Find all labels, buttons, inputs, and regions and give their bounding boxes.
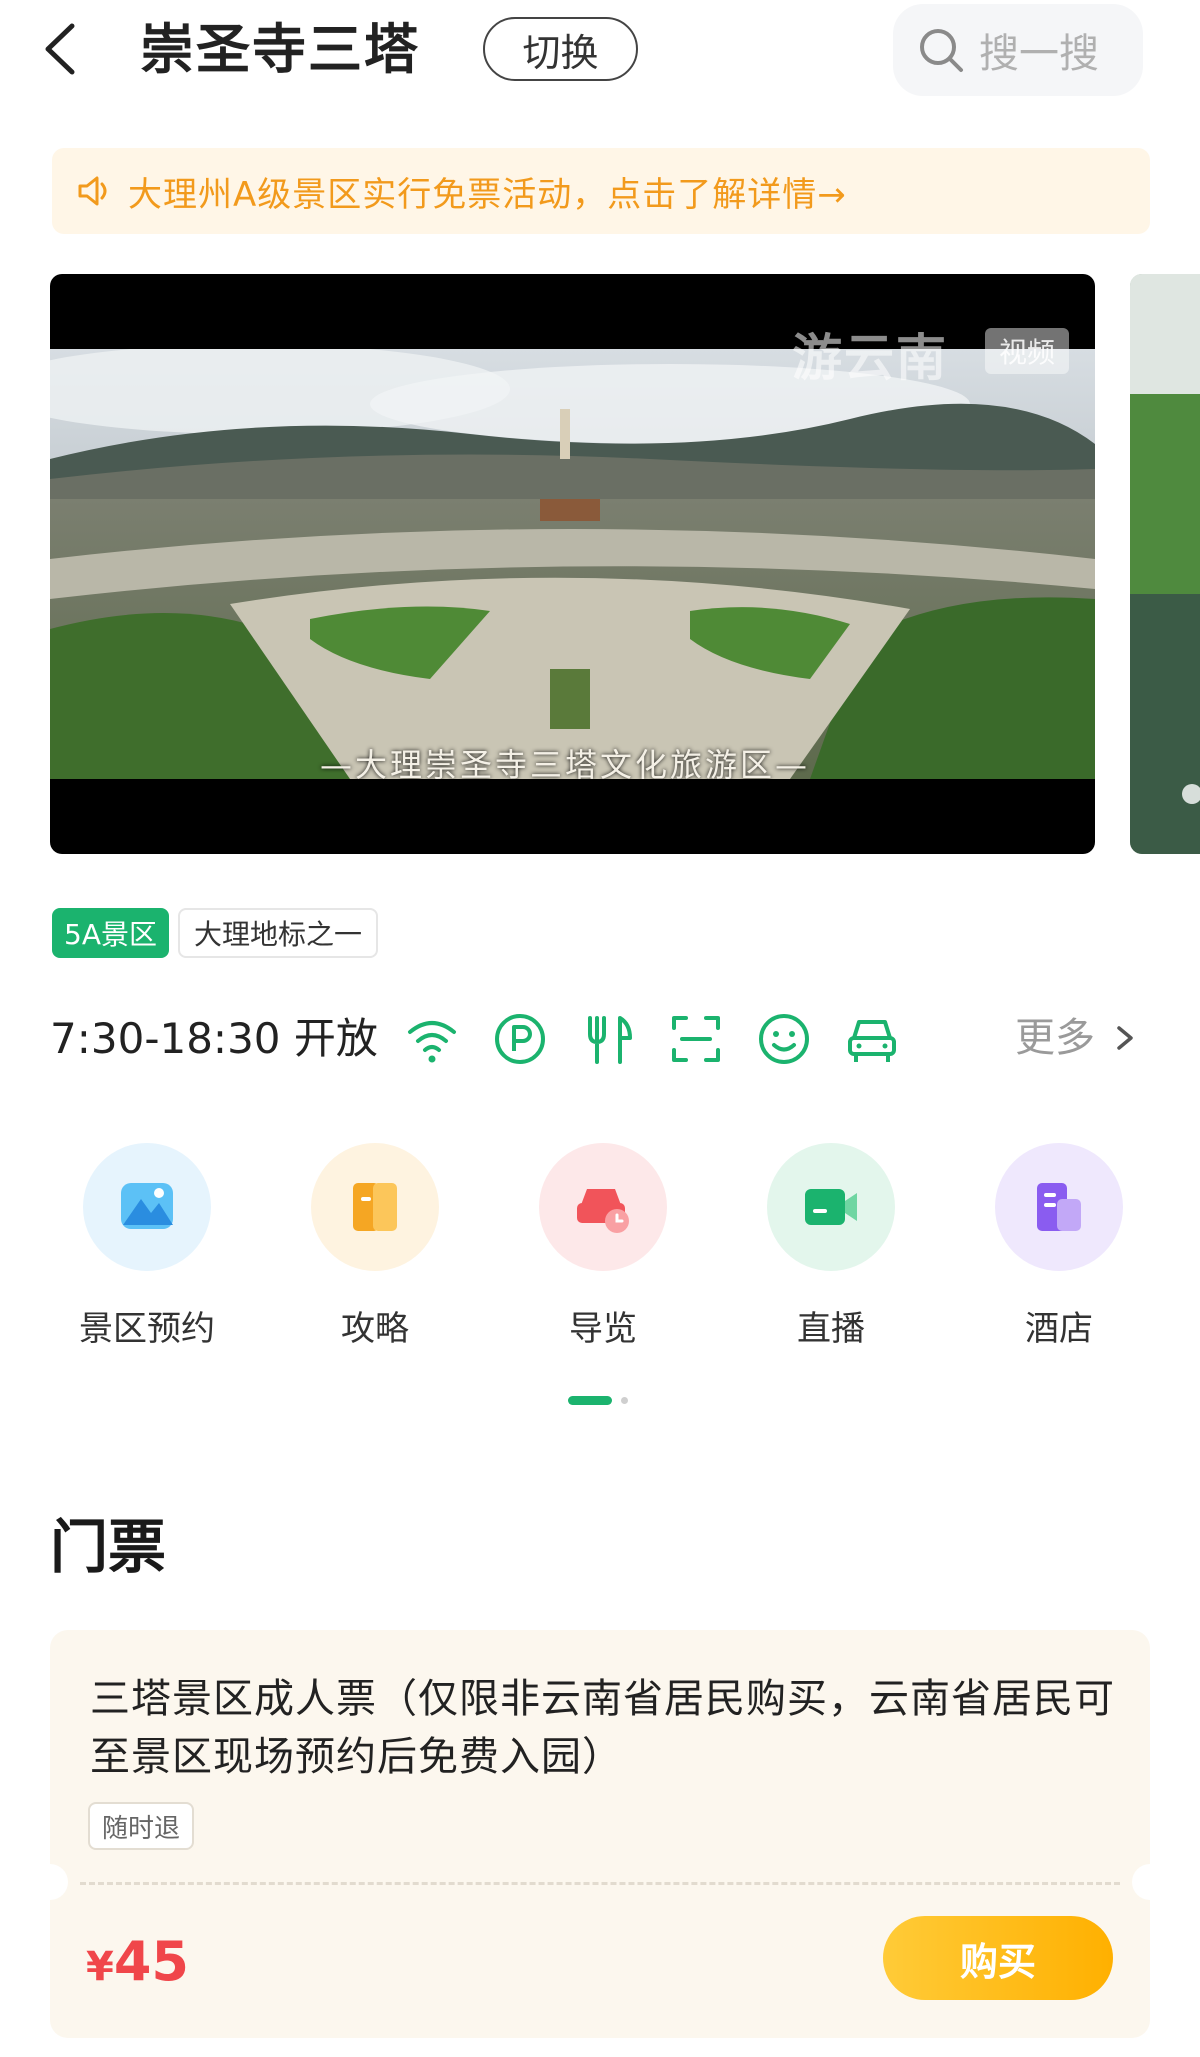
entry-icon-bg [767, 1143, 895, 1271]
entry-icon-bg [539, 1143, 667, 1271]
car-icon [848, 1020, 896, 1062]
tickets-section-title: 门票 [50, 1513, 167, 1581]
next-media-preview [1130, 274, 1200, 854]
price-currency: ¥ [86, 1944, 114, 1990]
rating-tag: 5A景区 [52, 908, 169, 958]
notice-text: 大理州A级景区实行免票活动，点击了解详情→ [128, 174, 847, 215]
search-icon [920, 29, 963, 72]
entry-icon-bg [995, 1143, 1123, 1271]
ticket-notch-left [32, 1864, 68, 1900]
search-input[interactable]: 搜一搜 [893, 4, 1143, 96]
chevron-right-icon [1117, 1026, 1133, 1050]
switch-button[interactable]: 切换 [483, 17, 638, 81]
dining-icon [588, 1016, 632, 1064]
entry-icon-bg [311, 1143, 439, 1271]
video-subtitle: —大理崇圣寺三塔文化旅游区— [320, 746, 811, 784]
entry-label: 导览 [569, 1309, 637, 1349]
refund-tag: 随时退 [88, 1802, 195, 1850]
entry-guide[interactable]: 攻略 [285, 1143, 465, 1349]
entry-hotel[interactable]: 酒店 [969, 1143, 1149, 1349]
aerial-view-image [50, 349, 1095, 779]
ticket-price: ¥45 [86, 1930, 189, 1993]
ticket-name: 三塔景区成人票（仅限非云南省居民购买，云南省居民可至景区现场预约后免费入园） [90, 1676, 1115, 1780]
video-watermark: 游云南 [792, 329, 948, 387]
scan-icon [672, 1016, 720, 1062]
more-facilities-link[interactable]: 更多 [1015, 1010, 1145, 1066]
mountain-icon [121, 1183, 173, 1229]
entry-label: 直播 [797, 1309, 865, 1349]
pager-dot [621, 1397, 628, 1404]
video-badge: 视频 [985, 328, 1069, 374]
entry-tour-navigation[interactable]: 导览 [513, 1143, 693, 1349]
landmark-tag: 大理地标之一 [178, 908, 379, 958]
wifi-icon [408, 1021, 456, 1063]
speaker-icon [78, 176, 107, 206]
next-media-card[interactable] [1130, 274, 1200, 854]
top-bar: 崇圣寺三塔 切换 搜一搜 [0, 0, 1200, 110]
ticket-perforation [80, 1882, 1120, 1885]
ticket-card[interactable]: 三塔景区成人票（仅限非云南省居民购买，云南省居民可至景区现场预约后免费入园） 随… [32, 1630, 1168, 2038]
back-button[interactable] [38, 18, 88, 80]
more-label: 更多 [1015, 1015, 1095, 1061]
price-value: 45 [113, 1930, 189, 1993]
entry-icon-bg [83, 1143, 211, 1271]
ticket-notch-right [1132, 1864, 1168, 1900]
parking-icon [495, 1014, 545, 1064]
smile-icon [759, 1014, 809, 1064]
pager-dot-active [568, 1396, 612, 1405]
entry-live[interactable]: 直播 [741, 1143, 921, 1349]
video-player[interactable]: 游云南 视频 —大理崇圣寺三塔文化旅游区— [50, 274, 1095, 854]
video-camera-icon [805, 1189, 857, 1225]
free-ticket-notice[interactable]: 大理州A级景区实行免票活动，点击了解详情→ [52, 148, 1150, 234]
buy-button[interactable]: 购买 [883, 1916, 1113, 2000]
entry-label: 攻略 [341, 1309, 409, 1349]
chevron-left-icon [45, 23, 75, 75]
building-icon [1037, 1183, 1081, 1231]
book-icon [353, 1183, 397, 1231]
car-clock-icon [577, 1189, 629, 1233]
search-placeholder: 搜一搜 [979, 31, 1099, 77]
opening-hours: 7:30-18:30 开放 [50, 1014, 378, 1063]
entry-scenic-reservation[interactable]: 景区预约 [57, 1143, 237, 1349]
entry-label: 酒店 [1025, 1309, 1093, 1349]
entry-label: 景区预约 [79, 1309, 215, 1349]
page-title: 崇圣寺三塔 [140, 18, 420, 81]
